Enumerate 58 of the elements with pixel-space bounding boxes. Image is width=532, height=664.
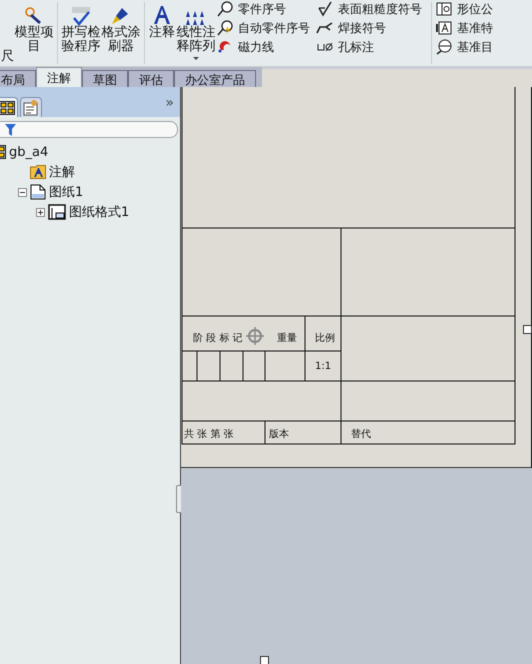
move-cursor-icon <box>245 326 265 346</box>
ribbon-button[interactable]: 格式涂刷器 <box>101 0 141 54</box>
auto-balloon-icon <box>217 20 233 36</box>
balloon-icon <box>217 1 233 17</box>
ribbon-button[interactable]: 尺 <box>0 0 14 64</box>
property-tab[interactable] <box>20 97 42 117</box>
ribbon-button[interactable]: 注释 <box>148 0 176 40</box>
tree-tab[interactable] <box>0 97 18 117</box>
weight-label: 重量 <box>277 333 297 344</box>
spell-check-icon <box>70 6 92 26</box>
more-button[interactable]: » <box>165 95 174 111</box>
hole-callout-icon <box>316 41 334 53</box>
note-array-icon <box>185 10 207 26</box>
tab[interactable]: 评估 <box>128 70 174 87</box>
scale-value: 1:1 <box>315 361 332 372</box>
ribbon-button[interactable]: 孔标注 <box>316 39 422 55</box>
version-label: 版本 <box>269 429 289 440</box>
tolerance-frame-icon <box>436 1 452 17</box>
expand-icon[interactable] <box>36 208 45 216</box>
stage-mark-label: 阶 段 标 记 <box>193 333 243 344</box>
ribbon-button[interactable]: 磁力线 <box>216 39 310 55</box>
resize-handle[interactable] <box>260 656 269 664</box>
ribbon-button[interactable]: 基准特 <box>435 20 493 36</box>
collapse-icon[interactable] <box>18 188 27 196</box>
sheet-count-label: 共 张 第 张 <box>184 429 234 440</box>
ribbon-button[interactable]: 拼写检验程序 <box>61 0 101 54</box>
annotation-folder-icon <box>30 165 46 179</box>
ribbon-button[interactable]: 焊接符号 <box>316 20 422 36</box>
ribbon-button[interactable]: 模型项目 <box>14 0 54 54</box>
tab[interactable]: 布局 <box>0 70 36 87</box>
surface-finish-icon <box>317 1 333 17</box>
datum-target-icon <box>436 39 452 55</box>
note-icon <box>151 4 173 26</box>
tree-item[interactable]: gb_a4 <box>9 144 48 160</box>
scale-label: 比例 <box>315 333 335 344</box>
properties-icon <box>23 100 39 116</box>
tree-item[interactable]: 注解 <box>49 163 75 181</box>
ribbon-button[interactable]: 零件序号 <box>216 1 310 17</box>
ribbon-button[interactable]: 形位公 <box>435 1 493 17</box>
tab[interactable]: 草图 <box>82 70 128 87</box>
ribbon-button[interactable]: 基准目 <box>435 39 493 55</box>
magnet-icon <box>217 39 233 55</box>
tree-icon <box>0 100 15 114</box>
sheet-format-icon <box>48 204 66 220</box>
filter-field[interactable] <box>0 121 178 138</box>
resize-handle[interactable] <box>523 325 532 334</box>
ribbon-button[interactable]: 自动零件序号 <box>216 20 310 36</box>
filter-icon <box>5 124 16 136</box>
datum-icon <box>436 20 452 36</box>
weld-symbol-icon <box>316 21 334 35</box>
tab[interactable]: 办公室产品 <box>174 70 256 87</box>
sheet-icon <box>30 184 46 200</box>
replaces-label: 替代 <box>351 429 371 440</box>
ribbon-button[interactable]: 表面粗糙度符号 <box>316 1 422 17</box>
tab[interactable]: 注解 <box>36 67 82 87</box>
ribbon-button[interactable]: 线性注释阵列 <box>176 0 216 60</box>
tree-item[interactable]: 图纸1 <box>49 183 84 201</box>
tree-item[interactable]: 图纸格式1 <box>69 203 130 221</box>
